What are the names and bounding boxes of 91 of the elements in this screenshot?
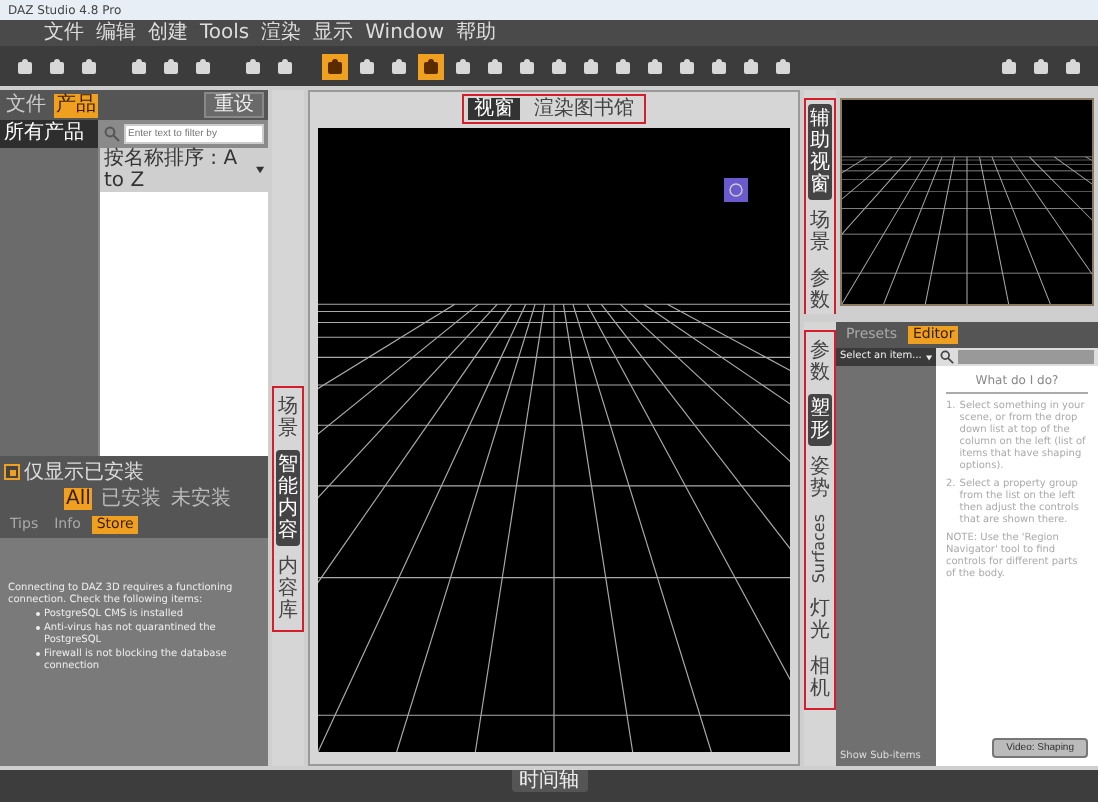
side-tab[interactable]: 灯光: [808, 593, 832, 646]
tool-icon: [390, 57, 408, 75]
toolbar-button[interactable]: [706, 53, 732, 79]
menu-item[interactable]: Tools: [200, 21, 250, 45]
tool-icon: [774, 57, 792, 75]
toolbar-button[interactable]: [190, 53, 216, 79]
tool-icon: [162, 57, 180, 75]
toolbar-button[interactable]: [482, 53, 508, 79]
viewport-tab[interactable]: 渲染图书馆: [528, 98, 640, 120]
menu-item[interactable]: 编辑: [96, 21, 136, 45]
tool-icon: [1000, 57, 1018, 75]
tool-icon: [358, 57, 376, 75]
tool-icon: [550, 57, 568, 75]
side-tab[interactable]: 塑形: [808, 394, 832, 446]
caret-icon: [255, 166, 264, 174]
tool-icon: [130, 57, 148, 75]
tool-icon: [326, 57, 344, 75]
toolbar-button[interactable]: [1060, 53, 1086, 79]
toolbar-button[interactable]: [272, 53, 298, 79]
toolbar-button[interactable]: [158, 53, 184, 79]
toolbar-button[interactable]: [12, 53, 38, 79]
menu-item[interactable]: 帮助: [456, 21, 497, 45]
tool-icon: [244, 57, 262, 75]
caret-icon: [925, 353, 932, 361]
search-field[interactable]: [958, 350, 1094, 364]
filter-tab[interactable]: 已安装: [98, 488, 163, 510]
tool-icon: [422, 57, 440, 75]
sort-dropdown[interactable]: 按名称排序 : A to Z: [100, 148, 268, 192]
checkbox-label: 仅显示已安装: [24, 459, 144, 486]
search-icon: [104, 126, 120, 142]
filter-tab[interactable]: 未安装: [168, 488, 233, 510]
menu-button[interactable]: 重设: [204, 92, 264, 118]
tool-icon: [582, 57, 600, 75]
menu-item[interactable]: 渲染: [261, 21, 302, 45]
category-item[interactable]: 所有产品: [0, 120, 98, 148]
toolbar-button[interactable]: [674, 53, 700, 79]
tool-icon: [16, 57, 34, 75]
toolbar-button[interactable]: [386, 53, 412, 79]
tool-icon: [1064, 57, 1082, 75]
toolbar-button[interactable]: [514, 53, 540, 79]
menu-item[interactable]: 创建: [148, 21, 188, 45]
tool-icon: [518, 57, 536, 75]
toolbar-button[interactable]: [738, 53, 764, 79]
panel-tab[interactable]: 产品: [54, 93, 98, 117]
toolbar-button[interactable]: [996, 53, 1022, 79]
toolbar-button[interactable]: [1028, 53, 1054, 79]
view-cube-icon[interactable]: [722, 176, 750, 204]
toolbar-button[interactable]: [76, 53, 102, 79]
side-tab[interactable]: 场景: [276, 391, 300, 443]
menu-item[interactable]: Window: [365, 21, 445, 45]
side-tab[interactable]: 智能内容: [276, 449, 300, 545]
tool-icon: [742, 57, 760, 75]
toolbar-button[interactable]: [610, 53, 636, 79]
toolbar-button[interactable]: [354, 53, 380, 79]
tool-icon: [48, 57, 66, 75]
tool-icon: [1032, 57, 1050, 75]
tool-icon: [194, 57, 212, 75]
toolbar-button[interactable]: [240, 53, 266, 79]
side-tab[interactable]: Surfaces: [809, 510, 831, 588]
side-tab[interactable]: 辅助视窗: [808, 104, 832, 200]
tool-icon: [276, 57, 294, 75]
filter-tab[interactable]: All: [64, 488, 93, 510]
side-tab[interactable]: 相机: [808, 651, 832, 704]
side-tab[interactable]: 姿势: [808, 452, 832, 504]
side-tab[interactable]: 内容库: [276, 551, 300, 625]
search-icon: [940, 350, 954, 364]
menu-item[interactable]: 文件: [44, 21, 84, 45]
tool-icon: [614, 57, 632, 75]
side-tab[interactable]: 场景: [808, 206, 832, 258]
menu-item[interactable]: 显示: [313, 21, 354, 45]
toolbar-button[interactable]: [44, 53, 70, 79]
side-tab[interactable]: 参数: [808, 336, 832, 388]
tool-icon: [80, 57, 98, 75]
panel-tab[interactable]: 文件: [4, 93, 48, 117]
toolbar-button[interactable]: [578, 53, 604, 79]
toolbar-button[interactable]: [322, 53, 348, 79]
toolbar-button[interactable]: [642, 53, 668, 79]
toolbar-button[interactable]: [770, 53, 796, 79]
tool-icon: [454, 57, 472, 75]
viewport-tab[interactable]: 视窗: [468, 98, 520, 120]
toolbar-button[interactable]: [546, 53, 572, 79]
tool-icon: [710, 57, 728, 75]
side-tab[interactable]: 参数: [808, 264, 832, 314]
checkbox[interactable]: [4, 464, 20, 480]
toolbar-button[interactable]: [450, 53, 476, 79]
tool-icon: [646, 57, 664, 75]
timeline-tab[interactable]: 时间轴: [511, 770, 587, 792]
toolbar-button[interactable]: [418, 53, 444, 79]
toolbar-button[interactable]: [126, 53, 152, 79]
tool-icon: [486, 57, 504, 75]
tool-icon: [678, 57, 696, 75]
